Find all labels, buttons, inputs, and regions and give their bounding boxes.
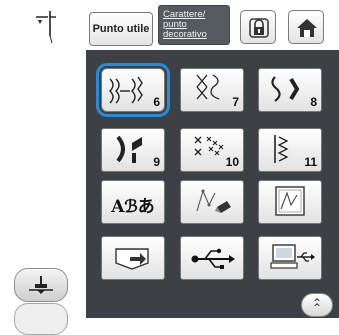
decorative-stitch-tab[interactable]: Carattere/ punto decorativo xyxy=(158,5,230,45)
category-tile-6[interactable]: 6 xyxy=(96,63,170,117)
category-number: 11 xyxy=(304,155,317,169)
lock-icon xyxy=(249,18,269,38)
scroll-up-button[interactable]: ⌃ ⌃ xyxy=(301,293,333,317)
character-stitch-label: Aℬあ xyxy=(111,197,155,217)
category-tile-11[interactable]: 11 xyxy=(258,128,322,172)
presser-foot-icon xyxy=(29,276,53,294)
utility-stitch-tab[interactable]: Punto utile xyxy=(89,12,153,46)
computer-usb-icon xyxy=(270,244,315,269)
left-strip xyxy=(0,0,86,335)
category-tile-10[interactable]: 10 xyxy=(180,128,244,172)
saved-stitch-tile[interactable] xyxy=(258,180,322,224)
category-tile-9[interactable]: 9 xyxy=(101,128,165,172)
needle-icon xyxy=(32,10,58,44)
home-icon xyxy=(297,19,317,37)
stitch-category-panel: 6 7 8 9 10 11 Aℬあ ⌃ ⌃ xyxy=(86,50,339,318)
category-number: 7 xyxy=(232,95,239,109)
character-stitch-tile[interactable]: Aℬあ xyxy=(101,180,165,224)
category-number: 8 xyxy=(310,95,317,109)
custom-stitch-pencil-icon xyxy=(196,189,231,213)
stitch-design-frame-icon xyxy=(275,186,305,216)
double-chevron-up-icon-lower: ⌃ xyxy=(311,301,323,315)
presser-foot-button[interactable] xyxy=(14,268,68,302)
partial-button[interactable] xyxy=(14,303,68,335)
usb-media-tile[interactable] xyxy=(180,236,244,280)
top-toolbar: Punto utile Carattere/ punto decorativo xyxy=(86,0,339,50)
lock-button[interactable] xyxy=(240,10,276,44)
computer-transfer-tile[interactable] xyxy=(258,236,322,280)
category-number: 6 xyxy=(153,95,160,109)
category-number: 9 xyxy=(153,155,160,169)
usb-icon xyxy=(191,248,235,269)
home-button[interactable] xyxy=(288,10,324,44)
pocket-memory-icon xyxy=(115,248,149,270)
sewing-machine-screen: Punto utile Carattere/ punto decorativo xyxy=(0,0,339,335)
machine-memory-tile[interactable] xyxy=(101,236,165,280)
category-number: 10 xyxy=(225,155,239,169)
my-custom-stitch-tile[interactable] xyxy=(180,180,244,224)
category-tile-7[interactable]: 7 xyxy=(180,68,244,112)
category-tile-8[interactable]: 8 xyxy=(258,68,322,112)
